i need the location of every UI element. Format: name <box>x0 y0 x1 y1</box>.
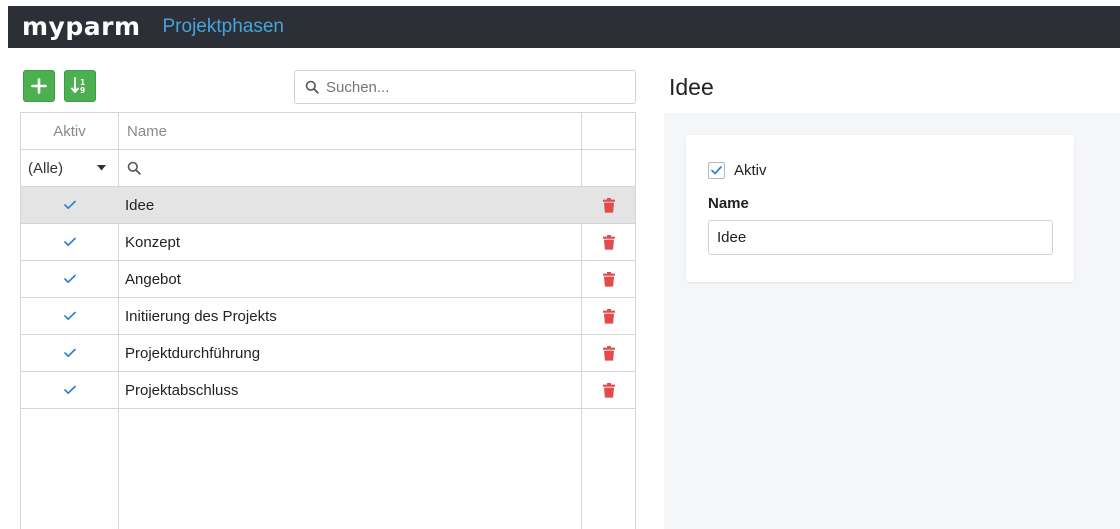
name-field[interactable] <box>708 220 1053 255</box>
row-name: Idee <box>125 196 155 214</box>
row-active-cell <box>21 224 118 260</box>
delete-button[interactable] <box>582 261 635 297</box>
table-row[interactable]: Konzept <box>21 224 635 261</box>
name-field-label: Name <box>708 195 749 212</box>
row-active-cell <box>21 261 118 297</box>
row-name: Projektdurchführung <box>125 344 261 362</box>
sort-icon: 1 9 <box>71 77 85 95</box>
table-row[interactable]: Projektabschluss <box>21 372 635 409</box>
row-active-cell <box>21 187 118 223</box>
caret-down-icon <box>97 165 106 171</box>
check-icon <box>63 385 76 395</box>
grid-filter-row: (Alle) <box>21 150 635 187</box>
aktiv-filter-value: (Alle) <box>28 159 64 177</box>
row-active-cell <box>21 335 118 371</box>
trash-icon <box>602 234 615 250</box>
table-row[interactable]: Initiierung des Projekts <box>21 298 635 335</box>
trash-icon <box>602 308 615 324</box>
check-icon <box>63 274 76 284</box>
trash-icon <box>602 197 615 213</box>
delete-button[interactable] <box>582 187 635 223</box>
delete-button[interactable] <box>582 224 635 260</box>
row-name: Konzept <box>125 233 181 251</box>
check-icon <box>711 166 722 175</box>
aktiv-checkbox-label: Aktiv <box>734 162 767 179</box>
svg-text:9: 9 <box>80 86 85 95</box>
sort-button[interactable]: 1 9 <box>64 70 96 102</box>
search-input[interactable] <box>326 78 626 96</box>
delete-button[interactable] <box>582 372 635 408</box>
phases-grid: Aktiv Name (Alle) Idee Konzept Angebot Init… <box>20 112 636 529</box>
table-row[interactable]: Projektdurchführung <box>21 335 635 372</box>
plus-icon <box>31 78 47 94</box>
top-bar: myparm Projektphasen <box>8 6 1120 48</box>
column-header-aktiv[interactable]: Aktiv <box>21 113 118 149</box>
check-icon <box>63 237 76 247</box>
search-icon <box>127 161 141 175</box>
column-header-name[interactable]: Name <box>119 113 581 149</box>
app-logo[interactable]: myparm <box>22 6 141 48</box>
trash-icon <box>602 271 615 287</box>
row-active-cell <box>21 298 118 334</box>
aktiv-filter-select[interactable]: (Alle) <box>21 150 118 186</box>
aktiv-checkbox[interactable] <box>708 162 725 179</box>
row-name: Angebot <box>125 270 181 288</box>
table-row[interactable]: Angebot <box>21 261 635 298</box>
detail-card: Aktiv Name <box>686 135 1074 282</box>
add-button[interactable] <box>23 70 55 102</box>
detail-title: Idee <box>669 74 714 100</box>
name-filter-input[interactable] <box>119 150 581 186</box>
table-row[interactable]: Idee <box>21 187 635 224</box>
aktiv-checkbox-row[interactable]: Aktiv <box>708 162 767 179</box>
check-icon <box>63 348 76 358</box>
detail-pane: Aktiv Name <box>664 113 1120 529</box>
delete-button[interactable] <box>582 335 635 371</box>
search-icon <box>305 80 319 94</box>
row-active-cell <box>21 372 118 408</box>
search-box[interactable] <box>294 70 636 104</box>
trash-icon <box>602 382 615 398</box>
grid-header-row: Aktiv Name <box>21 113 635 150</box>
check-icon <box>63 200 76 210</box>
check-icon <box>63 311 76 321</box>
trash-icon <box>602 345 615 361</box>
row-name: Initiierung des Projekts <box>125 307 277 325</box>
row-name: Projektabschluss <box>125 381 239 399</box>
delete-button[interactable] <box>582 298 635 334</box>
page-title: Projektphasen <box>162 16 284 37</box>
